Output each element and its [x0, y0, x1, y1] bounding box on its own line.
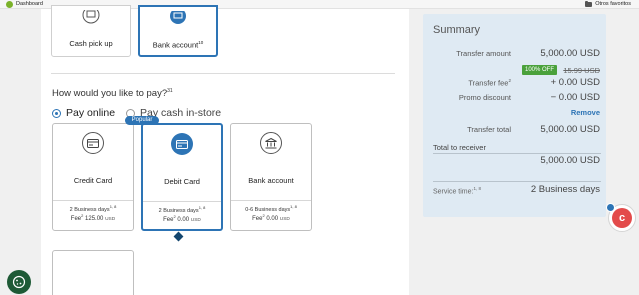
- credit-card-fee: Fee2 125.00 USD: [70, 213, 116, 222]
- dashboard-favicon-icon: [6, 1, 13, 8]
- chat-notification-icon: [606, 203, 615, 212]
- transfer-amount-value: 5,000.00 USD: [540, 48, 600, 59]
- bank-icon-wrap: [260, 132, 282, 154]
- summary-divider: [433, 181, 601, 182]
- left-gutter: [0, 9, 41, 295]
- transfer-total-row: Transfer total 5,000.00 USD: [423, 124, 606, 136]
- cash-pickup-icon: [82, 10, 100, 24]
- bank-icon: [265, 137, 277, 148]
- bank-account-title: Bank account: [248, 176, 294, 185]
- summary-title: Summary: [433, 24, 481, 36]
- service-time-value: 2 Business days: [530, 184, 600, 195]
- section-divider: [51, 73, 395, 74]
- payment-extra-card[interactable]: [52, 250, 134, 295]
- transfer-amount-row: Transfer amount 5,000.00 USD: [423, 48, 606, 60]
- credit-card-title: Credit Card: [73, 176, 113, 185]
- folder-icon: [585, 1, 593, 7]
- transfer-total-label: Transfer total: [467, 125, 511, 134]
- cookie-icon: [12, 275, 26, 289]
- credit-card-days: 2 Business days1, 8: [69, 204, 117, 213]
- delivery-cash-pickup-label: Cash pick up: [69, 39, 113, 48]
- discount-badge: 100% OFF: [522, 65, 557, 75]
- card-separator: [143, 201, 221, 202]
- chat-logo-icon: c: [612, 208, 632, 228]
- payment-debit-card[interactable]: Debit Card 2 Business days1, 8 Fee2 0.00…: [141, 123, 223, 231]
- delivery-bank-account-label: Bank account10: [152, 40, 204, 50]
- card-separator: [53, 200, 133, 201]
- popular-badge: Popular: [125, 116, 159, 125]
- original-fee: 15.99 USD: [563, 66, 600, 75]
- card-separator: [231, 200, 311, 201]
- radio-pay-online-label: Pay online: [66, 107, 116, 119]
- total-receiver-value: 5,000.00 USD: [540, 155, 600, 166]
- payment-credit-card[interactable]: Credit Card 2 Business days1, 8 Fee2 125…: [52, 123, 134, 231]
- cookie-settings-button[interactable]: [7, 270, 31, 294]
- radio-pay-online[interactable]: Pay online: [52, 107, 115, 119]
- transfer-fee-label: Transfer fee2: [468, 78, 511, 88]
- summary-divider: [433, 153, 601, 154]
- bank-account-icon: [170, 11, 186, 24]
- transfer-amount-label: Transfer amount: [456, 49, 511, 58]
- total-receiver-label: Total to receiver: [433, 143, 486, 152]
- debit-card-fee: Fee2 0.00 USD: [163, 214, 201, 223]
- promo-label: Promo discount: [458, 93, 511, 102]
- debit-card-days: 2 Business days1, 8: [158, 205, 206, 214]
- bookmark-label: Dashboard: [16, 1, 43, 7]
- debit-card-title: Debit Card: [164, 177, 200, 186]
- credit-card-icon-wrap: [82, 132, 104, 154]
- other-bookmarks[interactable]: Otros favoritos: [585, 0, 631, 9]
- debit-card-icon: [176, 139, 188, 149]
- bank-account-fee: Fee2 0.00 USD: [252, 213, 290, 222]
- debit-card-icon-wrap: [171, 133, 193, 155]
- transfer-fee-row: Transfer fee2 + 0.00 USD: [423, 77, 606, 89]
- service-time-label: Service time:1, 8: [433, 186, 481, 196]
- bookmark-dashboard[interactable]: Dashboard: [6, 0, 43, 9]
- delivery-bank-account-card[interactable]: Bank account10: [138, 5, 218, 57]
- transfer-total-value: 5,000.00 USD: [540, 124, 600, 135]
- radio-pay-online-dot[interactable]: [52, 108, 61, 118]
- payment-question: How would you like to pay?31: [52, 88, 173, 100]
- bank-account-days: 0-6 Business days1, 8: [245, 204, 297, 213]
- promo-row: Promo discount − 0.00 USD: [423, 92, 606, 104]
- other-bookmarks-label: Otros favoritos: [595, 1, 631, 7]
- total-receiver-row: 5,000.00 USD: [423, 155, 606, 167]
- transfer-fee-value: + 0.00 USD: [550, 77, 600, 88]
- credit-card-icon: [87, 138, 99, 148]
- remove-promo-link[interactable]: Remove: [571, 108, 600, 117]
- payment-bank-account[interactable]: Bank account 0-6 Business days1, 8 Fee2 …: [230, 123, 312, 231]
- promo-value: − 0.00 USD: [550, 92, 600, 103]
- delivery-cash-pickup-card[interactable]: Cash pick up: [51, 5, 131, 57]
- summary-panel: Summary Transfer amount 5,000.00 USD 100…: [423, 14, 606, 217]
